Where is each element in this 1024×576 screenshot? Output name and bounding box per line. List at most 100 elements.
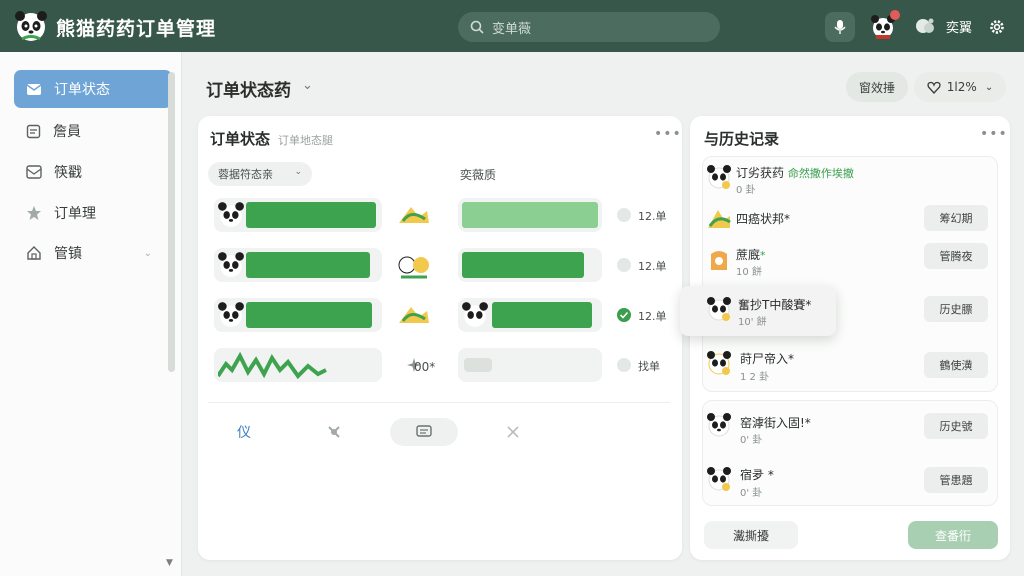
product-cell[interactable] xyxy=(458,198,602,232)
microphone-icon xyxy=(834,20,846,34)
search-icon xyxy=(470,20,484,34)
product-cell[interactable] xyxy=(458,248,602,282)
history-item-status: 命然撒作埃撤 xyxy=(787,167,854,180)
quantity-label: 12.单 xyxy=(638,260,667,273)
inbox-icon xyxy=(26,165,42,179)
history-footer-primary-button[interactable]: 查番衎 xyxy=(908,521,998,549)
chevron-down-icon[interactable]: ⌄ xyxy=(302,78,313,93)
order-progress-cell[interactable] xyxy=(214,248,382,282)
sidebar-item-inbox[interactable]: 筷戳 xyxy=(14,153,172,191)
heart-shield-icon xyxy=(927,81,941,94)
pin-button[interactable] xyxy=(316,418,352,446)
chat-bubbles-icon xyxy=(916,18,934,33)
panda-icon xyxy=(218,202,244,227)
history-item-title[interactable]: 莳尸帝入* xyxy=(740,350,794,367)
status-filter-dropdown[interactable]: 蓉据符态亲 ⌄ xyxy=(208,162,312,186)
home-icon xyxy=(27,246,41,260)
row-checkbox-checked[interactable] xyxy=(617,308,631,322)
gear-icon xyxy=(990,20,1004,34)
panda-avatar-icon xyxy=(707,297,731,321)
chat-button[interactable] xyxy=(910,12,940,42)
sidebar-item-label: 詹員 xyxy=(53,124,81,140)
zoom-dropdown[interactable]: 1l2% ⌄ xyxy=(914,72,1006,102)
filter-label: 蓉据符态亲 xyxy=(218,168,273,181)
sidebar-item-label: 管镇 xyxy=(54,246,82,262)
order-panel-subtitle: 订单地态腿 xyxy=(278,134,333,147)
history-item-button[interactable]: 历史號 xyxy=(924,413,988,439)
star-icon xyxy=(27,206,41,220)
panda-icon xyxy=(218,252,244,277)
sidebar-item-order-status[interactable]: 订单状态 xyxy=(14,70,172,108)
history-item-title[interactable]: 四癌状邦* xyxy=(736,210,790,227)
history-item-subtitle: 0' 卦 xyxy=(740,488,763,499)
chevron-down-icon: ⌄ xyxy=(143,247,152,259)
sidebar-item-label: 订单理 xyxy=(54,206,96,222)
close-button[interactable] xyxy=(496,418,530,446)
page-title: 订单状态药 xyxy=(206,81,291,101)
sidebar: 订单状态 詹員 筷戳 订单理 管镇 ⌄ ▼ xyxy=(0,52,182,576)
app-title: 熊猫药药订单管理 xyxy=(56,18,217,40)
panda-avatar-icon xyxy=(707,413,731,437)
settings-button[interactable] xyxy=(982,12,1012,42)
history-item-subtitle: 0 卦 xyxy=(736,185,756,196)
close-icon xyxy=(507,426,519,438)
action-button[interactable]: 窗效捶 xyxy=(846,72,908,102)
row-checkbox[interactable] xyxy=(617,258,631,272)
panda-avatar-icon xyxy=(707,165,731,189)
progress-bar xyxy=(492,302,592,328)
quantity-label: 找单 xyxy=(638,360,660,373)
divider xyxy=(208,402,670,403)
chart-icon xyxy=(218,351,327,380)
footer-action-first[interactable]: 仪 xyxy=(224,418,264,446)
search-input[interactable]: 变单薇 xyxy=(458,12,720,42)
order-progress-cell[interactable] xyxy=(214,298,382,332)
more-options-icon[interactable]: ••• xyxy=(654,126,682,142)
sidebar-item-label: 筷戳 xyxy=(54,165,82,181)
more-options-icon[interactable]: ••• xyxy=(980,126,1008,142)
history-item-button[interactable]: 筹幻期 xyxy=(924,205,988,231)
chevron-down-icon: ⌄ xyxy=(294,167,302,177)
panda-icon xyxy=(462,302,488,327)
sidebar-item-orders[interactable]: 订单理 xyxy=(14,194,172,232)
sidebar-item-label: 订单状态 xyxy=(54,82,110,98)
microphone-button[interactable] xyxy=(825,12,855,42)
panda-logo-icon xyxy=(15,11,47,41)
product-cell[interactable] xyxy=(458,298,602,332)
order-progress-cell[interactable] xyxy=(214,198,382,232)
history-item-subtitle: 10 餅 xyxy=(736,267,762,278)
sidebar-item-manage[interactable]: 管镇 ⌄ xyxy=(14,234,172,272)
medicine-icon xyxy=(708,210,731,228)
history-item-subtitle: 10' 餅 xyxy=(738,317,767,328)
scroll-down-arrow-icon[interactable]: ▼ xyxy=(166,558,173,568)
pandas-thumbnail-icon xyxy=(396,250,432,280)
history-item-button[interactable]: 鶴使潢 xyxy=(924,352,988,378)
history-item-title[interactable]: 奮抄T中酸賽* xyxy=(738,296,811,313)
history-item-subtitle: 0' 卦 xyxy=(740,435,763,446)
column-header: 奕薇质 xyxy=(460,168,497,182)
panda-avatar-icon xyxy=(707,467,731,491)
order-panel-title: 订单状态 xyxy=(210,130,271,148)
history-item-button[interactable]: 管患題 xyxy=(924,467,988,493)
note-icon xyxy=(26,124,41,138)
history-footer-left-button[interactable]: 瀻撕擾 xyxy=(704,521,798,549)
quantity-label: 12.单 xyxy=(638,310,667,323)
history-item-button[interactable]: 管腾夜 xyxy=(924,243,988,269)
notifications-button[interactable] xyxy=(868,10,900,42)
mail-icon xyxy=(26,83,42,95)
comment-button[interactable] xyxy=(390,418,458,446)
history-item-title[interactable]: 宿夛 * xyxy=(740,466,774,483)
sidebar-item-members[interactable]: 詹員 xyxy=(14,112,172,150)
row-checkbox[interactable] xyxy=(617,208,631,222)
product-cell-empty[interactable] xyxy=(458,348,602,382)
medicine-thumbnail-icon xyxy=(396,200,432,230)
row-checkbox[interactable] xyxy=(617,358,631,372)
history-item-title[interactable]: 窑滹街入固!* xyxy=(740,414,811,431)
comment-icon xyxy=(416,425,432,437)
history-item-title[interactable]: 蔗廐* xyxy=(736,246,766,263)
user-label[interactable]: 奕翼 xyxy=(946,17,972,36)
sidebar-scrollbar[interactable] xyxy=(168,72,175,372)
top-bar: 熊猫药药订单管理 变单薇 奕翼 xyxy=(0,0,1024,52)
history-item-button[interactable]: 历史膘 xyxy=(924,296,988,322)
order-progress-cell[interactable] xyxy=(214,348,382,382)
history-item-title[interactable]: 订劣获药 命然撒作埃撤 xyxy=(736,164,854,181)
